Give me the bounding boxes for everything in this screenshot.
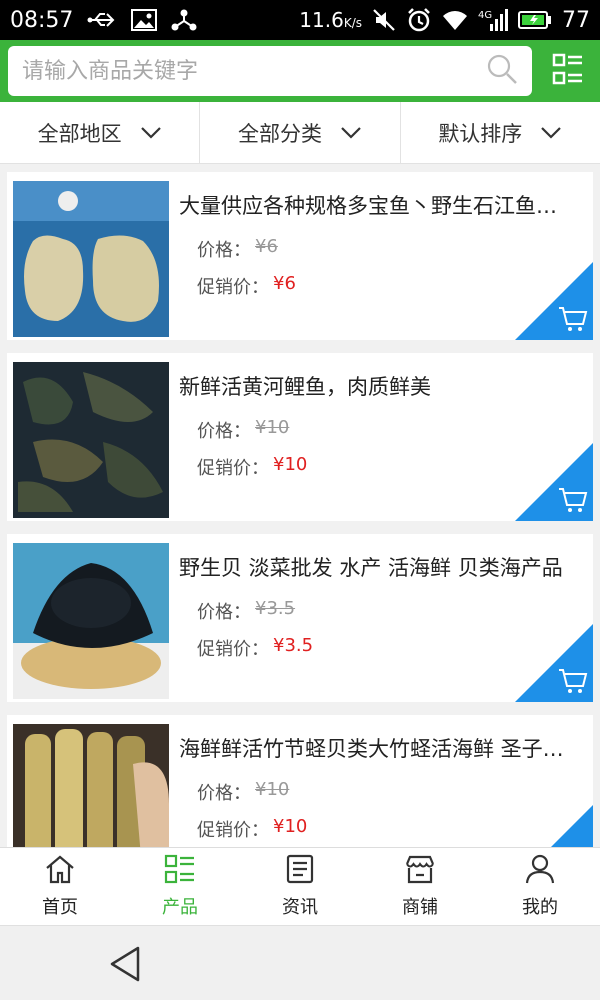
promo-row: 促销价： ¥3.5: [197, 635, 313, 661]
filter-sort[interactable]: 默认排序: [401, 102, 600, 163]
promo-label: 促销价：: [197, 277, 269, 298]
filter-sort-label: 默认排序: [438, 121, 523, 146]
chevron-down-icon: [140, 121, 162, 145]
filter-region[interactable]: 全部地区: [0, 102, 201, 163]
image-icon: [131, 9, 158, 31]
chevron-down-icon: [540, 121, 562, 145]
add-to-cart-button[interactable]: [515, 805, 593, 847]
signal-icon: 4G: [478, 8, 508, 32]
promo-label: 促销价：: [197, 458, 269, 479]
news-icon: [284, 854, 316, 889]
search-icon[interactable]: [486, 53, 518, 89]
system-nav-bar: [0, 925, 600, 1000]
add-to-cart-button[interactable]: [515, 624, 593, 702]
product-list: 大量供应各种规格多宝鱼丶野生石江鱼… 价格： ¥6 促销价： ¥6 新鲜活黄河鲤…: [0, 164, 600, 847]
original-price: ¥10: [255, 779, 290, 800]
price-label: 价格：: [197, 602, 251, 623]
promo-row: 促销价： ¥10: [197, 816, 307, 842]
promo-price: ¥10: [273, 816, 308, 837]
network-speed: 11.6K/s: [299, 8, 362, 32]
filter-category-label: 全部分类: [237, 121, 322, 146]
back-triangle-icon: [106, 946, 146, 988]
chevron-down-icon: [340, 121, 362, 145]
share-icon: [171, 8, 197, 32]
user-icon: [524, 854, 556, 889]
product-image[interactable]: [13, 181, 169, 337]
battery-level: 77: [562, 7, 590, 33]
nav-home-label: 首页: [42, 897, 78, 918]
usb-icon: [87, 10, 117, 30]
product-card[interactable]: 野生贝 淡菜批发 水产 活海鲜 贝类海产品 价格： ¥3.5 促销价： ¥3.5: [7, 534, 593, 702]
nav-profile-label: 我的: [522, 897, 558, 918]
price-row: 价格： ¥3.5: [197, 598, 295, 624]
home-icon: [44, 854, 76, 889]
system-back-button[interactable]: [106, 944, 146, 984]
product-card[interactable]: 海鲜鲜活竹节蛏贝类大竹蛏活海鲜 圣子… 价格： ¥10 促销价： ¥10: [7, 715, 593, 847]
product-image[interactable]: [13, 362, 169, 518]
promo-price: ¥10: [273, 454, 308, 475]
list-icon: [164, 854, 196, 889]
promo-row: 促销价： ¥10: [197, 454, 307, 480]
filter-region-label: 全部地区: [37, 121, 122, 146]
nav-home[interactable]: 首页: [0, 848, 120, 925]
shop-icon: [404, 854, 436, 889]
add-to-cart-button[interactable]: [515, 262, 593, 340]
bottom-nav: 首页 产品 资讯 商铺 我的: [0, 847, 600, 925]
mute-icon: [372, 8, 396, 32]
network-type: 4G: [478, 10, 492, 21]
original-price: ¥10: [255, 417, 290, 438]
product-title[interactable]: 野生贝 淡菜批发 水产 活海鲜 贝类海产品: [179, 552, 579, 582]
price-label: 价格：: [197, 783, 251, 804]
add-to-cart-button[interactable]: [515, 443, 593, 521]
promo-row: 促销价： ¥6: [197, 273, 296, 299]
nav-profile[interactable]: 我的: [480, 848, 600, 925]
top-bar: [0, 40, 600, 102]
nav-news-label: 资讯: [282, 897, 318, 918]
original-price: ¥6: [255, 236, 278, 257]
battery-icon: [518, 10, 552, 30]
price-label: 价格：: [197, 240, 251, 261]
price-row: 价格： ¥10: [197, 779, 289, 805]
product-image[interactable]: [13, 543, 169, 699]
clock: 08:57: [10, 7, 74, 33]
original-price: ¥3.5: [255, 598, 296, 619]
product-card[interactable]: 新鲜活黄河鲤鱼，肉质鲜美 价格： ¥10 促销价： ¥10: [7, 353, 593, 521]
product-title[interactable]: 海鲜鲜活竹节蛏贝类大竹蛏活海鲜 圣子…: [179, 733, 579, 763]
price-row: 价格： ¥10: [197, 417, 289, 443]
product-card[interactable]: 大量供应各种规格多宝鱼丶野生石江鱼… 价格： ¥6 促销价： ¥6: [7, 172, 593, 340]
product-title[interactable]: 新鲜活黄河鲤鱼，肉质鲜美: [179, 371, 579, 401]
status-bar: 08:57 11.6K/s 4G 77: [0, 0, 600, 40]
product-image[interactable]: [13, 724, 169, 847]
wifi-icon: [442, 9, 468, 31]
promo-price: ¥6: [273, 273, 296, 294]
filter-category[interactable]: 全部分类: [200, 102, 401, 163]
category-menu-button[interactable]: [544, 46, 592, 96]
list-grid-icon: [552, 53, 584, 89]
filter-bar: 全部地区 全部分类 默认排序: [0, 102, 600, 164]
product-title[interactable]: 大量供应各种规格多宝鱼丶野生石江鱼…: [179, 190, 579, 220]
nav-shop-label: 商铺: [402, 897, 438, 918]
promo-label: 促销价：: [197, 820, 269, 841]
search-box[interactable]: [8, 46, 533, 96]
price-label: 价格：: [197, 421, 251, 442]
promo-label: 促销价：: [197, 639, 269, 660]
nav-news[interactable]: 资讯: [240, 848, 360, 925]
search-input[interactable]: [22, 58, 487, 84]
nav-products[interactable]: 产品: [120, 848, 240, 925]
alarm-icon: [406, 7, 432, 33]
nav-products-label: 产品: [162, 897, 198, 918]
promo-price: ¥3.5: [273, 635, 314, 656]
price-row: 价格： ¥6: [197, 236, 278, 262]
nav-shop[interactable]: 商铺: [360, 848, 480, 925]
